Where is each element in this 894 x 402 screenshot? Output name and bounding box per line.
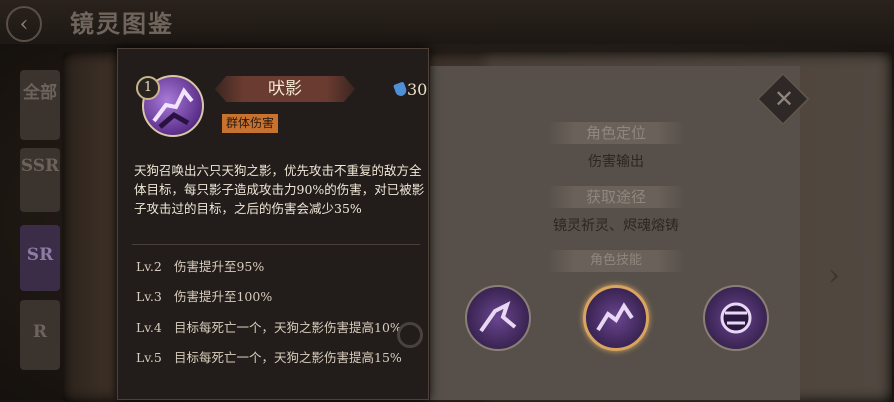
tab-sr[interactable]: SR	[20, 225, 60, 291]
level-row-4: Lv.4 目标每死亡一个，天狗之影伤害提高10%	[136, 317, 402, 336]
level-label: Lv.5	[136, 350, 162, 365]
skill-cost: 30	[407, 80, 428, 99]
level-text: 目标每死亡一个，天狗之影伤害提高15%	[173, 350, 402, 365]
next-arrow-icon[interactable]: ›	[828, 258, 840, 293]
back-button[interactable]: ‹	[6, 6, 42, 42]
close-icon: ✕	[773, 85, 795, 113]
skills-section-title: 角色技能	[548, 250, 684, 272]
skill-icon-3[interactable]	[703, 285, 769, 351]
skill-tag: 群体伤害	[222, 114, 279, 133]
tab-ssr[interactable]: SSR	[20, 148, 60, 212]
level-text: 伤害提升至95%	[173, 259, 265, 274]
level-label: Lv.3	[136, 289, 162, 304]
level-row-2: Lv.2 伤害提升至95%	[136, 256, 264, 275]
level-text: 目标每死亡一个，天狗之影伤害提高10%	[173, 320, 402, 335]
skill-icon-2[interactable]	[583, 285, 649, 351]
level-label: Lv.2	[136, 259, 162, 274]
level-row-5: Lv.5 目标每死亡一个，天狗之影伤害提高15%	[136, 347, 402, 366]
page-title: 镜灵图鉴	[70, 9, 174, 38]
role-section-title: 角色定位	[548, 122, 684, 144]
source-section-title: 获取途径	[548, 186, 684, 208]
skill-name: 吠影	[215, 76, 355, 102]
skill-description: 天狗召唤出六只天狗之影，优先攻击不重复的敌方全体目标，每只影子造成攻击力90%的…	[134, 163, 425, 216]
role-value: 伤害输出	[588, 154, 644, 170]
tab-r[interactable]: R	[20, 300, 60, 370]
level-text: 伤害提升至100%	[173, 289, 273, 304]
source-value: 镜灵祈灵、烬魂熔铸	[553, 218, 679, 234]
search-icon[interactable]	[397, 322, 423, 348]
level-row-3: Lv.3 伤害提升至100%	[136, 286, 272, 305]
skill-level-badge: 1	[136, 76, 160, 100]
divider	[132, 244, 420, 245]
level-label: Lv.4	[136, 320, 162, 335]
tab-all[interactable]: 全部	[20, 70, 60, 140]
skill-icon-1[interactable]	[465, 285, 531, 351]
